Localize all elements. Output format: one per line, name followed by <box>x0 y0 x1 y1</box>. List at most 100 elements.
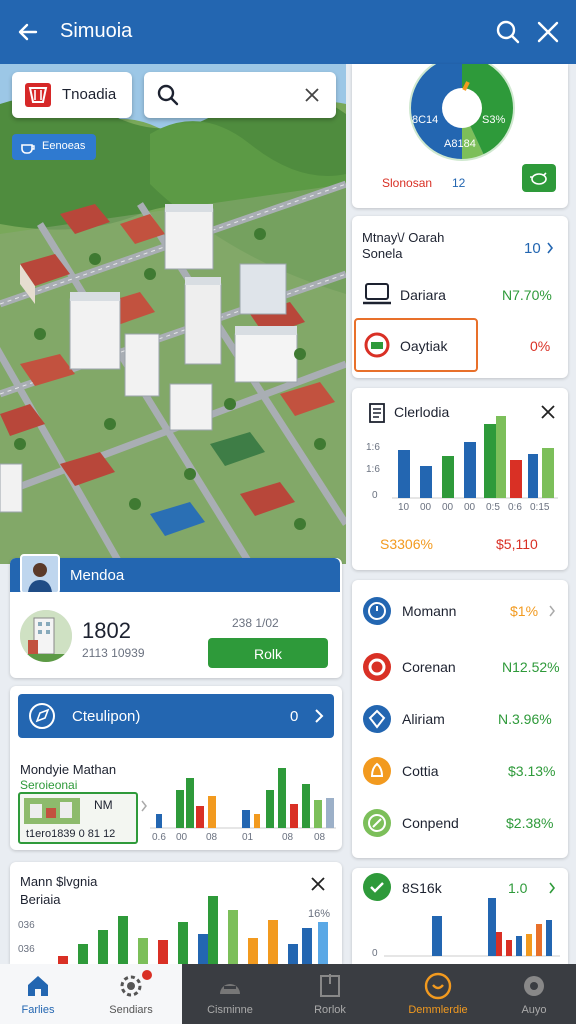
shield-icon <box>363 705 391 733</box>
donut-footer-value: 12 <box>452 176 466 190</box>
chevron-right-icon[interactable] <box>548 882 556 894</box>
avatar <box>20 554 60 594</box>
nav-item-auyo[interactable]: Auyo <box>496 964 572 1024</box>
back-button[interactable] <box>14 18 42 46</box>
axis-tick: 08 <box>206 832 218 843</box>
list-item-label: Momann <box>402 603 457 619</box>
back-arrow-icon <box>18 23 38 41</box>
person-avatar-icon <box>22 556 58 592</box>
axis-tick: 00 <box>176 832 188 843</box>
bottom-navigation: Farlies Sendiars Cisminne Rorlok Demmler… <box>0 964 576 1024</box>
search-icon <box>157 84 179 106</box>
clear-search-icon[interactable] <box>304 87 320 103</box>
revenue-y-tick: 036 <box>18 920 35 931</box>
app-title: Simuoia <box>60 20 133 42</box>
document-icon <box>369 403 385 423</box>
bar-x-axis: 10 00 00 00 0:5 0:6 0:15 <box>392 502 558 516</box>
stats-row[interactable]: Dariara N7.70% <box>362 280 558 310</box>
list-item-label: Corenan <box>402 659 456 675</box>
gauge-icon <box>364 332 390 358</box>
list-item[interactable]: Cottia $3.13% <box>352 754 568 788</box>
profile-card: Mendoa 1802 2113 10939 238 1/02 Rolk <box>10 554 342 678</box>
campaign-thumbnail[interactable]: NM t1ero1839 0 81 12 <box>18 792 138 844</box>
map-layer-chip[interactable]: Eenoeas <box>12 134 96 160</box>
map-search-box[interactable] <box>144 72 336 118</box>
axis-tick: 0:5 <box>486 502 500 513</box>
stats-row-label: Dariara <box>400 287 446 303</box>
refresh-button[interactable] <box>522 164 556 192</box>
donut-card: 8C14 S3% A8184 Slonosan 12 <box>352 64 568 208</box>
nav-item-farlies[interactable]: Farlies <box>0 964 76 1024</box>
profile-value: 1802 <box>82 618 131 643</box>
list-item[interactable]: Conpend $2.38% <box>352 806 568 840</box>
map-search-input[interactable] <box>186 82 296 108</box>
profile-banner-label: Mendoa <box>70 567 125 584</box>
chevron-right-icon[interactable] <box>546 242 554 254</box>
list-item-value: $2.38% <box>506 815 554 831</box>
stats-header-value[interactable]: 10 <box>524 240 541 257</box>
campaign-chart-axis: 0.6 00 08 01 08 08 <box>150 832 336 846</box>
nav-item-rorlok[interactable]: Rorlok <box>292 964 368 1024</box>
nav-item-label: Farlies <box>21 1004 55 1016</box>
piggy-bank-icon <box>530 172 547 185</box>
search-button[interactable] <box>494 18 522 46</box>
laptop-icon <box>363 283 391 305</box>
campaign-card: Cteulipon) 0 Mondyie Mathan Seroieonai N… <box>10 686 342 850</box>
small-chart-card: 8S16k 1.0 0 <box>352 868 568 964</box>
profile-action-button[interactable]: Rolk <box>208 638 328 668</box>
building-icon <box>20 610 72 662</box>
chevron-right-icon[interactable] <box>312 708 326 724</box>
list-item-value: $1% <box>510 603 539 619</box>
settings-icon <box>524 976 544 996</box>
bar-chart-card: Clerlodia 1:6 1:6 0 10 00 00 00 0:5 0:6 … <box>352 388 568 570</box>
nav-item-label: Cisminne <box>207 1004 253 1016</box>
profile-banner[interactable]: Mendoa <box>10 554 340 594</box>
close-button[interactable] <box>534 18 562 46</box>
campaign-banner-label: Cteulipon) <box>72 708 141 725</box>
revenue-chart-card: Mann $lvgnia Beriaia 16% 036 036 <box>10 862 342 964</box>
gear-icon <box>120 975 142 997</box>
close-icon <box>537 21 559 43</box>
brand-badge[interactable]: Tnoadia <box>12 72 132 118</box>
target-icon <box>424 972 452 1000</box>
campaign-mini-chart <box>150 768 336 829</box>
small-chart-axis-tick: 0 <box>372 948 378 959</box>
axis-tick: 00 <box>442 502 454 513</box>
stats-header-line1: Mtnay\/ Oarah <box>362 230 445 245</box>
nav-item-sendiars[interactable]: Sendiars <box>92 964 170 1024</box>
axis-tick: 0:15 <box>530 502 550 513</box>
brand-label: Tnoadia <box>62 86 117 103</box>
donut-bottom-label: A8184 <box>444 138 476 150</box>
chevron-right-icon[interactable] <box>140 800 148 812</box>
city-map[interactable]: Tnoadia Eenoeas <box>0 64 346 564</box>
nav-item-label: Rorlok <box>314 1004 346 1016</box>
search-icon <box>496 20 520 44</box>
list-item-label: Cottia <box>402 763 439 779</box>
axis-tick: 08 <box>314 832 326 843</box>
axis-tick: 01 <box>242 832 254 843</box>
nav-item-label: Demmlerdie <box>408 1004 468 1016</box>
stats-row-label: Oaytiak <box>400 338 448 354</box>
dome-icon <box>220 984 240 994</box>
list-item[interactable]: Aliriam N.3.96% <box>352 702 568 736</box>
teacup-icon <box>21 144 35 154</box>
nav-item-demmlerdie[interactable]: Demmlerdie <box>398 964 478 1024</box>
notification-dot <box>142 970 152 980</box>
list-item-value: N12.52% <box>502 659 560 675</box>
metrics-list-card: Momann $1% Corenan N12.52% Aliriam N.3.9… <box>352 580 568 858</box>
city-thumbnail-icon <box>24 798 80 824</box>
small-bar-chart <box>384 898 560 957</box>
close-icon[interactable] <box>310 876 326 892</box>
brand-logo-icon <box>25 83 51 107</box>
list-item[interactable]: Momann $1% <box>352 594 568 628</box>
bar-y-tick: 1:6 <box>366 442 380 453</box>
revenue-title-line1: Mann $lvgnia <box>20 874 98 889</box>
campaign-banner[interactable]: Cteulipon) 0 <box>18 694 334 738</box>
axis-tick: 00 <box>420 502 432 513</box>
axis-tick: 0.6 <box>152 832 166 843</box>
bar-y-tick: 1:6 <box>366 464 380 475</box>
chevron-right-icon <box>549 605 555 617</box>
list-item[interactable]: Corenan N12.52% <box>352 650 568 684</box>
bar-chart <box>392 416 558 499</box>
nav-item-cisminne[interactable]: Cisminne <box>192 964 268 1024</box>
